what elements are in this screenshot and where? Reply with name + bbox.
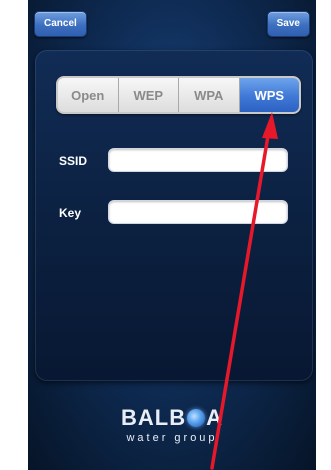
ssid-input[interactable] [108, 148, 288, 172]
security-type-selector: Open WEP WPA WPS [56, 76, 301, 114]
logo-tagline: water group [126, 432, 218, 444]
segment-open[interactable]: Open [58, 78, 119, 112]
balboa-logo: BALB A water group [28, 405, 316, 444]
logo-wordmark: BALB A [121, 405, 223, 431]
logo-globe-icon [187, 409, 206, 427]
logo-text-part1: BALB [121, 405, 187, 430]
segment-wps[interactable]: WPS [239, 78, 299, 112]
logo-text-part2: A [206, 405, 223, 430]
segment-wpa[interactable]: WPA [179, 78, 240, 112]
key-label: Key [59, 206, 82, 220]
ssid-label: SSID [59, 154, 88, 168]
save-button[interactable]: Save [266, 11, 310, 37]
phone-screen: Cancel Save Open WEP WPA WPS SSID Key BA… [28, 0, 316, 470]
cancel-button[interactable]: Cancel [34, 11, 87, 37]
screenshot-stage: Cancel Save Open WEP WPA WPS SSID Key BA… [0, 0, 331, 470]
key-input[interactable] [108, 200, 288, 224]
segment-wep[interactable]: WEP [118, 78, 179, 112]
settings-panel: Open WEP WPA WPS SSID Key [35, 50, 313, 381]
